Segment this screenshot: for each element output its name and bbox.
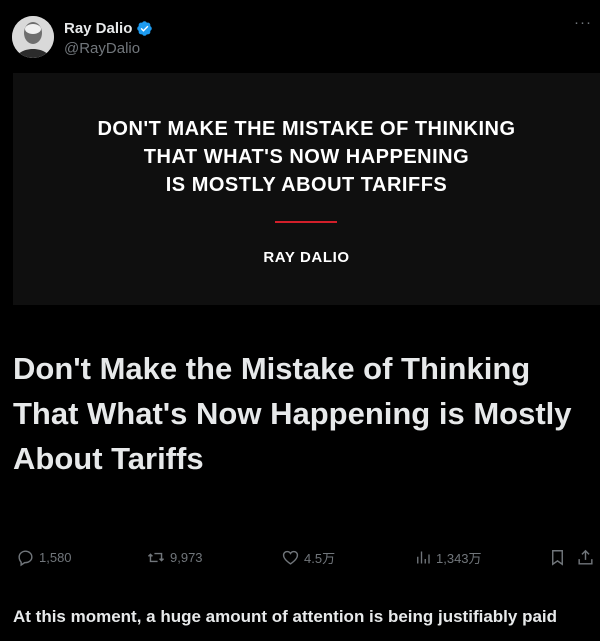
repost-button[interactable]: 9,973 xyxy=(146,544,203,570)
article-body-preview: At this moment, a huge amount of attenti… xyxy=(13,607,558,626)
like-button[interactable]: 4.5万 xyxy=(281,544,335,570)
repost-count: 9,973 xyxy=(170,549,203,565)
bookmark-button[interactable] xyxy=(548,544,567,570)
cover-author: RAY DALIO xyxy=(263,249,350,266)
cover-headline-line: THAT WHAT'S NOW HAPPENING xyxy=(143,146,470,168)
share-button[interactable] xyxy=(576,544,595,570)
verified-badge-icon xyxy=(136,20,153,37)
author-handle[interactable]: @RayDalio xyxy=(64,40,153,57)
views-icon xyxy=(417,551,430,563)
cover-headline: DON'T MAKE THE MISTAKE OF THINKING THAT … xyxy=(13,115,600,199)
reply-icon xyxy=(18,549,33,566)
views-button[interactable]: 1,343万 xyxy=(414,544,482,570)
reply-button[interactable]: 1,580 xyxy=(16,544,72,570)
share-icon xyxy=(578,549,593,565)
cover-red-divider xyxy=(275,221,337,223)
author-block: Ray Dalio @RayDalio xyxy=(64,18,153,57)
tweet-header: Ray Dalio @RayDalio ··· xyxy=(0,0,600,72)
like-count: 4.5万 xyxy=(304,550,336,566)
more-options-icon[interactable]: ··· xyxy=(574,14,592,31)
action-bar: 1,580 9,973 4.5万 1,343万 xyxy=(0,544,600,570)
cover-headline-line: IS MOSTLY ABOUT TARIFFS xyxy=(165,174,448,196)
author-name[interactable]: Ray Dalio xyxy=(64,20,132,37)
heart-icon xyxy=(282,550,299,565)
avatar-portrait-icon xyxy=(12,16,54,58)
article-title[interactable]: Don't Make the Mistake of Thinking That … xyxy=(13,346,573,481)
views-count: 1,343万 xyxy=(436,550,482,566)
repost-icon xyxy=(147,552,165,562)
reply-count: 1,580 xyxy=(39,549,72,565)
avatar[interactable] xyxy=(12,16,54,58)
bookmark-icon xyxy=(552,549,563,566)
cover-headline-line: DON'T MAKE THE MISTAKE OF THINKING xyxy=(97,118,516,140)
article-cover-image[interactable]: DON'T MAKE THE MISTAKE OF THINKING THAT … xyxy=(13,73,600,305)
